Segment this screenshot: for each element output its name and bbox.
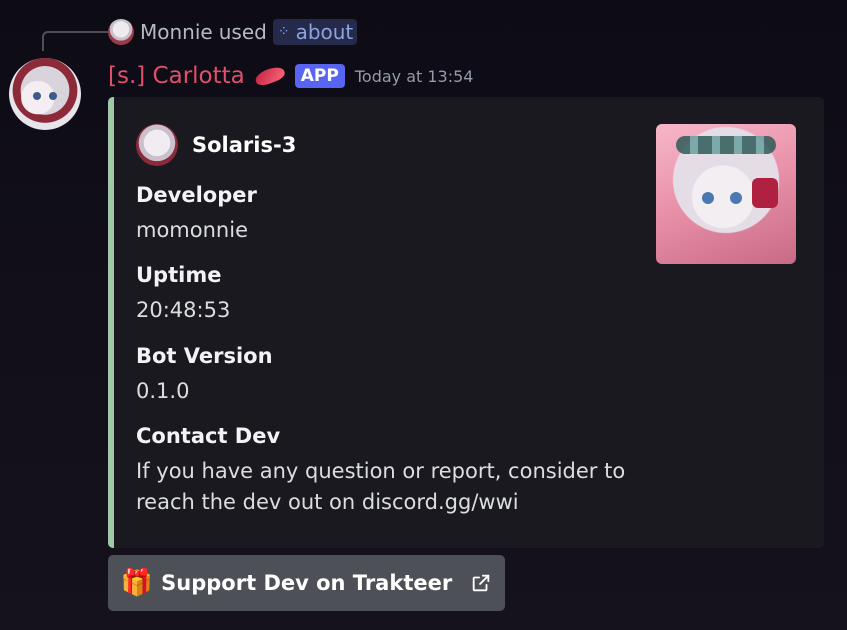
lips-icon: [253, 64, 287, 88]
gift-icon: 🎁: [120, 568, 154, 598]
thumbnail-bow: [752, 178, 778, 208]
reply-username[interactable]: Monnie: [140, 20, 213, 44]
avatar-eye-left: [33, 92, 41, 100]
reply-used-text: used: [218, 20, 267, 44]
embed-thumbnail[interactable]: [656, 124, 796, 264]
bot-username[interactable]: [s.] Carlotta: [108, 63, 245, 89]
field-name: Contact Dev: [136, 424, 281, 448]
support-trakteer-button[interactable]: 🎁 Support Dev on Trakteer: [108, 555, 505, 611]
field-name: Bot Version: [136, 344, 273, 368]
field-bot-version: Bot Version 0.1.0: [136, 344, 273, 407]
message-header: [s.] Carlotta APP Today at 13:54: [108, 60, 473, 92]
field-value: momonnie: [136, 218, 248, 242]
embed-author-name: Solaris-3: [192, 133, 297, 157]
field-developer: Developer momonnie: [136, 183, 257, 246]
external-link-icon: [472, 574, 490, 592]
bot-avatar[interactable]: [9, 58, 81, 130]
avatar-eye-right: [49, 92, 57, 100]
reply-user-avatar[interactable]: [108, 19, 134, 45]
embed-author: Solaris-3: [136, 124, 296, 166]
field-value: 20:48:53: [136, 298, 231, 322]
message-timestamp[interactable]: Today at 13:54: [355, 67, 474, 86]
field-value-line: reach the dev out on discord.gg/wwi: [136, 490, 519, 514]
thumbnail-eye: [730, 192, 742, 204]
field-uptime: Uptime 20:48:53: [136, 263, 230, 326]
thumbnail-flower-crown: [676, 136, 776, 154]
embed-card: Solaris-3 Developer momonnie Uptime 20:4…: [108, 97, 824, 548]
app-badge: APP: [294, 64, 345, 88]
field-value-line: If you have any question or report, cons…: [136, 459, 626, 483]
field-contact-dev: Contact Dev If you have any question or …: [136, 424, 625, 518]
command-icon: ⁘: [277, 24, 290, 40]
button-label: Support Dev on Trakteer: [161, 571, 453, 595]
field-value: If you have any question or report, cons…: [136, 456, 625, 518]
embed-author-avatar: [136, 124, 178, 166]
field-name: Developer: [136, 183, 257, 207]
field-name: Uptime: [136, 263, 222, 287]
reply-context[interactable]: Monnie used ⁘ about: [108, 17, 358, 47]
field-value: 0.1.0: [136, 379, 190, 403]
command-mention[interactable]: ⁘ about: [272, 19, 358, 45]
reply-spine: [42, 31, 108, 51]
command-name: about: [295, 20, 354, 44]
thumbnail-eye: [702, 192, 714, 204]
